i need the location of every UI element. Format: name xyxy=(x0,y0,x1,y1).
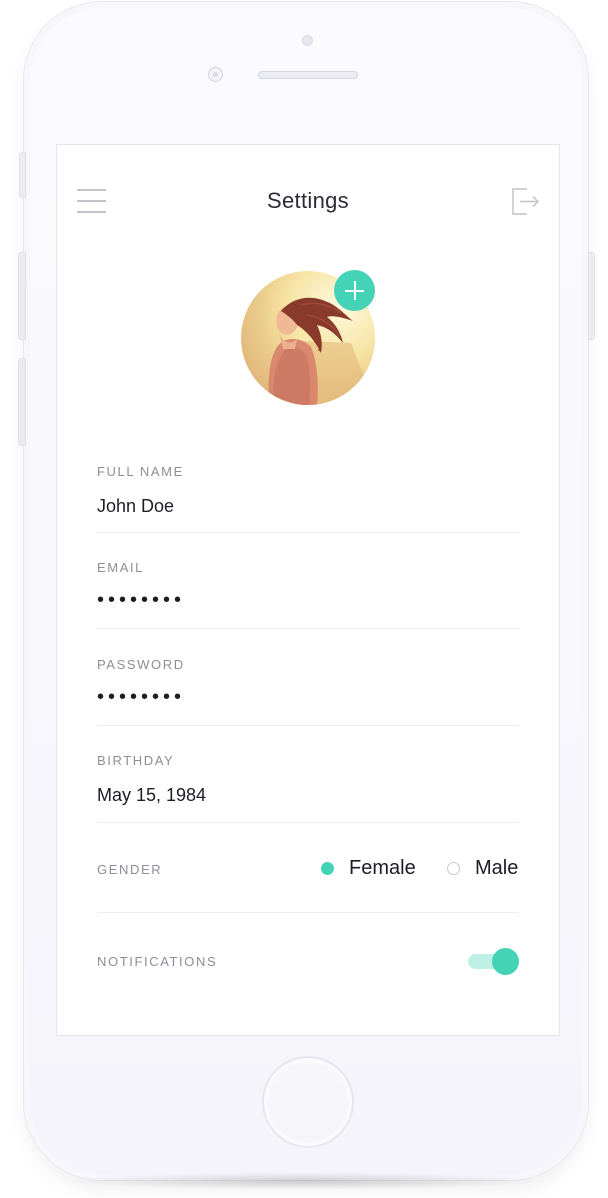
divider xyxy=(97,628,519,629)
birthday-value[interactable]: May 15, 1984 xyxy=(97,785,206,806)
side-button-silent xyxy=(19,152,26,198)
gender-option-label: Female xyxy=(349,857,416,879)
gender-option-male[interactable]: Male xyxy=(447,857,518,880)
full-name-label: FULL NAME xyxy=(97,464,184,479)
full-name-value[interactable]: John Doe xyxy=(97,496,174,517)
radio-unselected-icon xyxy=(447,862,460,875)
side-button-volume-down xyxy=(18,358,26,446)
divider xyxy=(97,822,519,823)
side-button-volume-up xyxy=(18,252,26,340)
divider xyxy=(97,725,519,726)
password-field[interactable]: PASSWORD •••••••• xyxy=(97,657,519,727)
side-button-power xyxy=(588,252,595,340)
email-value[interactable]: •••••••• xyxy=(97,589,185,612)
earpiece-speaker xyxy=(258,71,358,79)
notifications-label: NOTIFICATIONS xyxy=(97,954,218,969)
divider xyxy=(97,912,519,913)
divider xyxy=(97,532,519,533)
toggle-knob[interactable] xyxy=(492,948,519,975)
birthday-label: BIRTHDAY xyxy=(97,753,175,768)
full-name-field[interactable]: FULL NAME John Doe xyxy=(97,464,519,534)
home-button[interactable] xyxy=(262,1056,354,1148)
password-label: PASSWORD xyxy=(97,657,185,672)
notifications-field: NOTIFICATIONS xyxy=(97,954,519,978)
front-camera-icon xyxy=(208,67,223,82)
proximity-sensor xyxy=(302,35,313,46)
add-photo-plus-icon[interactable] xyxy=(334,270,375,311)
gender-option-female[interactable]: Female xyxy=(321,857,416,880)
gender-option-label: Male xyxy=(475,857,519,879)
page-title: Settings xyxy=(267,188,349,213)
birthday-field[interactable]: BIRTHDAY May 15, 1984 xyxy=(97,753,519,823)
password-value[interactable]: •••••••• xyxy=(97,686,185,709)
logout-icon[interactable] xyxy=(509,185,541,217)
email-label: EMAIL xyxy=(97,560,145,575)
radio-selected-icon xyxy=(321,862,334,875)
notifications-toggle[interactable] xyxy=(468,947,520,975)
settings-screen: Settings FULL NAME John Doe EMAIL ••••••… xyxy=(56,144,560,1036)
phone-shadow xyxy=(60,1172,550,1190)
email-field[interactable]: EMAIL •••••••• xyxy=(97,560,519,630)
